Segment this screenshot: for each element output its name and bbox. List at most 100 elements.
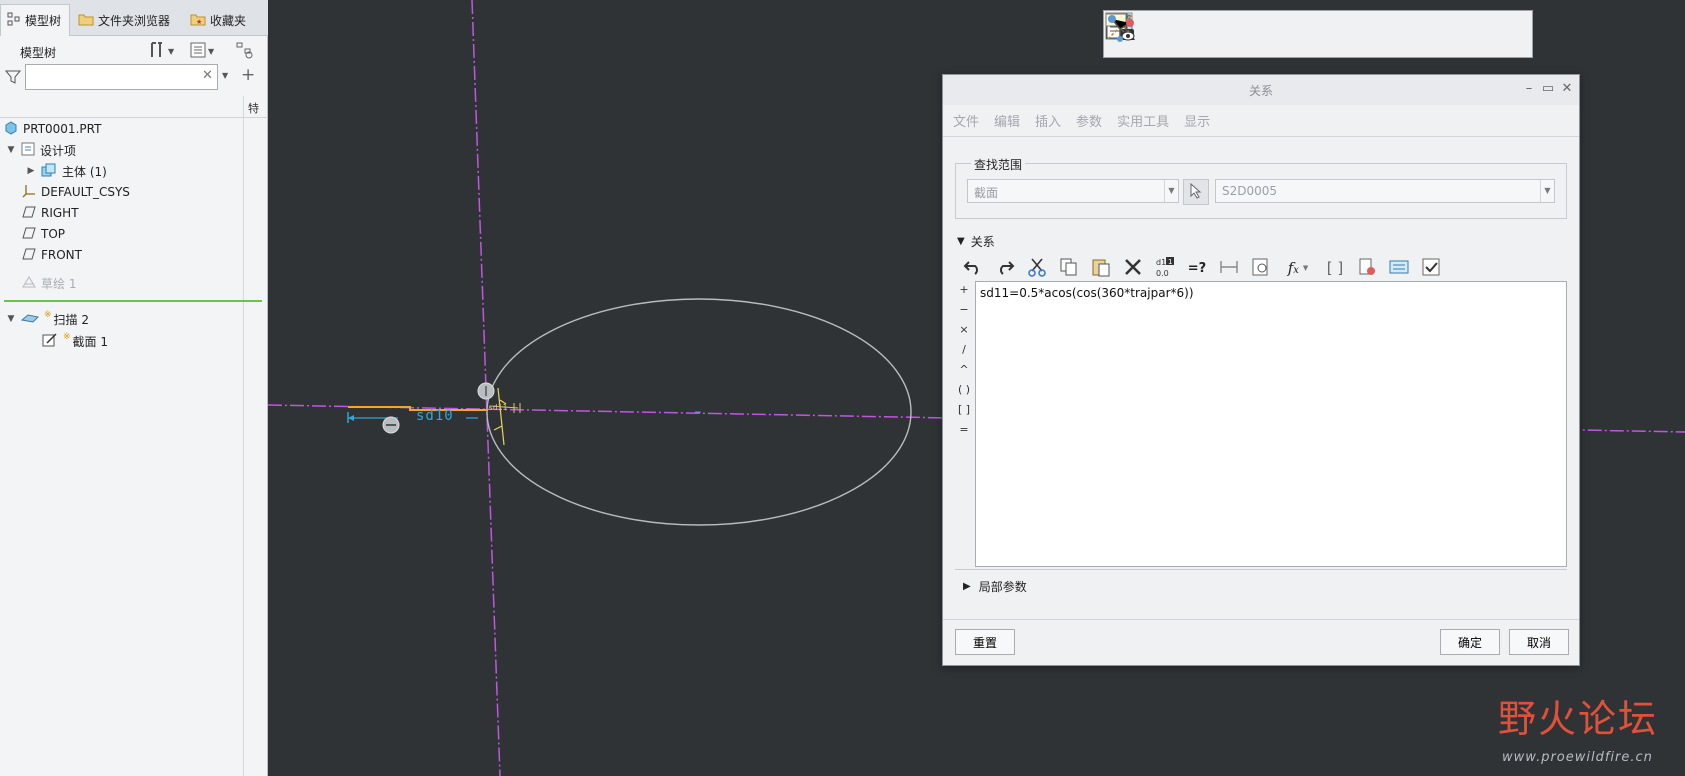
delete-button[interactable] xyxy=(1117,253,1149,283)
section-marker xyxy=(493,387,507,446)
operator-minus[interactable]: − xyxy=(955,303,973,316)
favorites-icon: ★ xyxy=(190,12,206,29)
tree-item-sketch[interactable]: 草绘 1 xyxy=(22,273,76,293)
show-menu-button[interactable]: ▼ xyxy=(190,41,214,61)
insert-function-button[interactable]: fx ▼ xyxy=(1277,253,1319,283)
relations-editor[interactable]: sd11=0.5*acos(cos(360*trajpar*6)) xyxy=(975,281,1567,567)
insert-here-line[interactable] xyxy=(4,300,262,302)
search-input[interactable] xyxy=(25,64,218,90)
select-entity-button[interactable] xyxy=(1183,179,1209,205)
section-icon xyxy=(42,332,58,351)
tree-settings-button[interactable]: ▼ xyxy=(148,41,174,61)
tree-item-sweep[interactable]: ▼ ※ 扫描 2 xyxy=(6,309,89,329)
dimension-label-sd11[interactable]: sd11 xyxy=(488,403,507,412)
annotation-display-button[interactable] xyxy=(1105,13,1484,53)
tree-item-part[interactable]: PRT0001.PRT xyxy=(4,119,101,139)
perspective-view-button[interactable] xyxy=(1106,13,1400,53)
menu-parameters[interactable]: 参数 xyxy=(1076,111,1111,130)
zoom-in-button[interactable] xyxy=(1107,14,1190,53)
display-style-button[interactable] xyxy=(1106,15,1274,53)
tree-item-label: PRT0001.PRT xyxy=(23,122,102,136)
zoom-out-button[interactable] xyxy=(1107,14,1232,53)
chevron-down-icon: ▼ xyxy=(168,46,175,56)
units-button[interactable] xyxy=(1383,253,1415,283)
paste-button[interactable] xyxy=(1085,253,1117,283)
datum-plane-icon xyxy=(22,248,36,263)
expand-icon: ▶ xyxy=(963,581,971,592)
relations-section-header[interactable]: ▼ 关系 xyxy=(957,233,995,250)
insert-brackets-button[interactable]: [ ] xyxy=(1319,253,1351,283)
collapse-icon[interactable]: ▼ xyxy=(6,314,16,324)
tab-favorites[interactable]: ★ 收藏夹 xyxy=(184,4,264,36)
tab-folder-browser[interactable]: 文件夹浏览器 xyxy=(72,4,182,36)
filter-row: ✕ ▼ + xyxy=(0,64,268,94)
sort-relations-button[interactable] xyxy=(1213,253,1245,283)
collapse-icon[interactable]: ▼ xyxy=(6,145,16,155)
operator-divide[interactable]: / xyxy=(955,343,973,356)
menu-edit[interactable]: 编辑 xyxy=(994,111,1029,130)
tree-item-section[interactable]: ※ 截面 1 xyxy=(42,331,108,351)
local-parameters-section[interactable]: ▶ 局部参数 xyxy=(955,569,1567,603)
maximize-icon[interactable]: ▭ xyxy=(1540,81,1556,96)
datum-display-button[interactable] xyxy=(1107,14,1442,53)
tree-item-front[interactable]: FRONT xyxy=(22,245,82,265)
add-icon[interactable]: + xyxy=(241,65,255,85)
verify-button[interactable] xyxy=(1245,253,1277,283)
operator-equals[interactable]: = xyxy=(955,423,973,436)
menu-utilities[interactable]: 实用工具 xyxy=(1117,111,1178,130)
cancel-button[interactable]: 取消 xyxy=(1509,629,1569,655)
tab-label: 文件夹浏览器 xyxy=(98,13,171,28)
tree-header: 模型树 ▼ ▼ xyxy=(0,36,268,66)
tree-item-design-items[interactable]: ▼ 设计项 xyxy=(6,140,76,160)
units-icon xyxy=(1388,258,1410,279)
svg-text:★: ★ xyxy=(196,18,202,26)
check-button[interactable] xyxy=(1415,253,1447,283)
delete-icon xyxy=(1124,258,1142,279)
chevron-down-icon[interactable]: ▼ xyxy=(222,71,228,80)
undo-button[interactable] xyxy=(957,253,989,283)
dimension-label-sd10[interactable]: sd10 xyxy=(416,408,454,424)
menu-show[interactable]: 显示 xyxy=(1184,111,1219,130)
lock-button[interactable] xyxy=(1351,253,1383,283)
operator-multiply[interactable]: × xyxy=(955,323,973,336)
operator-plus[interactable]: + xyxy=(955,283,973,296)
view-orientation-button[interactable] xyxy=(1107,13,1358,53)
tree-item-body[interactable]: ▶ 主体 (1) xyxy=(26,161,107,181)
column-divider[interactable] xyxy=(243,96,244,776)
scope-type-dropdown[interactable]: 截面 ▼ xyxy=(967,179,1179,203)
measure-icon xyxy=(1251,257,1271,280)
csys-icon xyxy=(22,184,36,201)
svg-text:d1: d1 xyxy=(1156,258,1166,267)
close-icon[interactable]: ✕ xyxy=(1559,81,1575,96)
redo-button[interactable] xyxy=(989,253,1021,283)
saved-views-button[interactable] xyxy=(1107,14,1316,53)
tree-item-top[interactable]: TOP xyxy=(22,224,65,244)
lock-icon xyxy=(1357,257,1377,280)
scope-name-dropdown[interactable]: S2D0005 ▼ xyxy=(1215,179,1555,203)
tree-item-csys[interactable]: DEFAULT_CSYS xyxy=(22,182,130,202)
copy-button[interactable] xyxy=(1053,253,1085,283)
column-label: 特 xyxy=(248,102,259,115)
toggle-values-button[interactable]: d1 1 0.0 xyxy=(1149,253,1181,283)
spin-center-button[interactable] xyxy=(1108,15,1526,53)
menu-insert[interactable]: 插入 xyxy=(1035,111,1070,130)
chevron-down-icon: ▼ xyxy=(208,46,215,56)
tab-model-tree[interactable]: 模型树 xyxy=(0,4,70,36)
operator-parentheses[interactable]: ( ) xyxy=(955,383,973,396)
close-icon[interactable]: ✕ xyxy=(202,68,213,83)
new-feature-marker: ※ xyxy=(63,332,71,342)
minimize-icon[interactable]: – xyxy=(1521,81,1537,96)
cut-button[interactable] xyxy=(1021,253,1053,283)
reset-button[interactable]: 重置 xyxy=(955,629,1015,655)
operator-power[interactable]: ^ xyxy=(955,363,973,376)
sweep-icon xyxy=(20,312,40,327)
evaluate-button[interactable]: =? xyxy=(1181,253,1213,283)
dialog-titlebar[interactable]: 关系 – ▭ ✕ xyxy=(943,75,1579,105)
tree-filters-button[interactable] xyxy=(236,41,254,61)
menu-file[interactable]: 文件 xyxy=(953,111,988,130)
ok-button[interactable]: 确定 xyxy=(1440,629,1500,655)
tree-item-right[interactable]: RIGHT xyxy=(22,203,79,223)
operator-brackets[interactable]: [ ] xyxy=(955,403,973,416)
model-tree-panel: 模型树 文件夹浏览器 ★ 收藏夹 模型树 ▼ ▼ ✕ ▼ + 特 PRT0001… xyxy=(0,0,268,776)
expand-icon[interactable]: ▶ xyxy=(26,166,36,176)
